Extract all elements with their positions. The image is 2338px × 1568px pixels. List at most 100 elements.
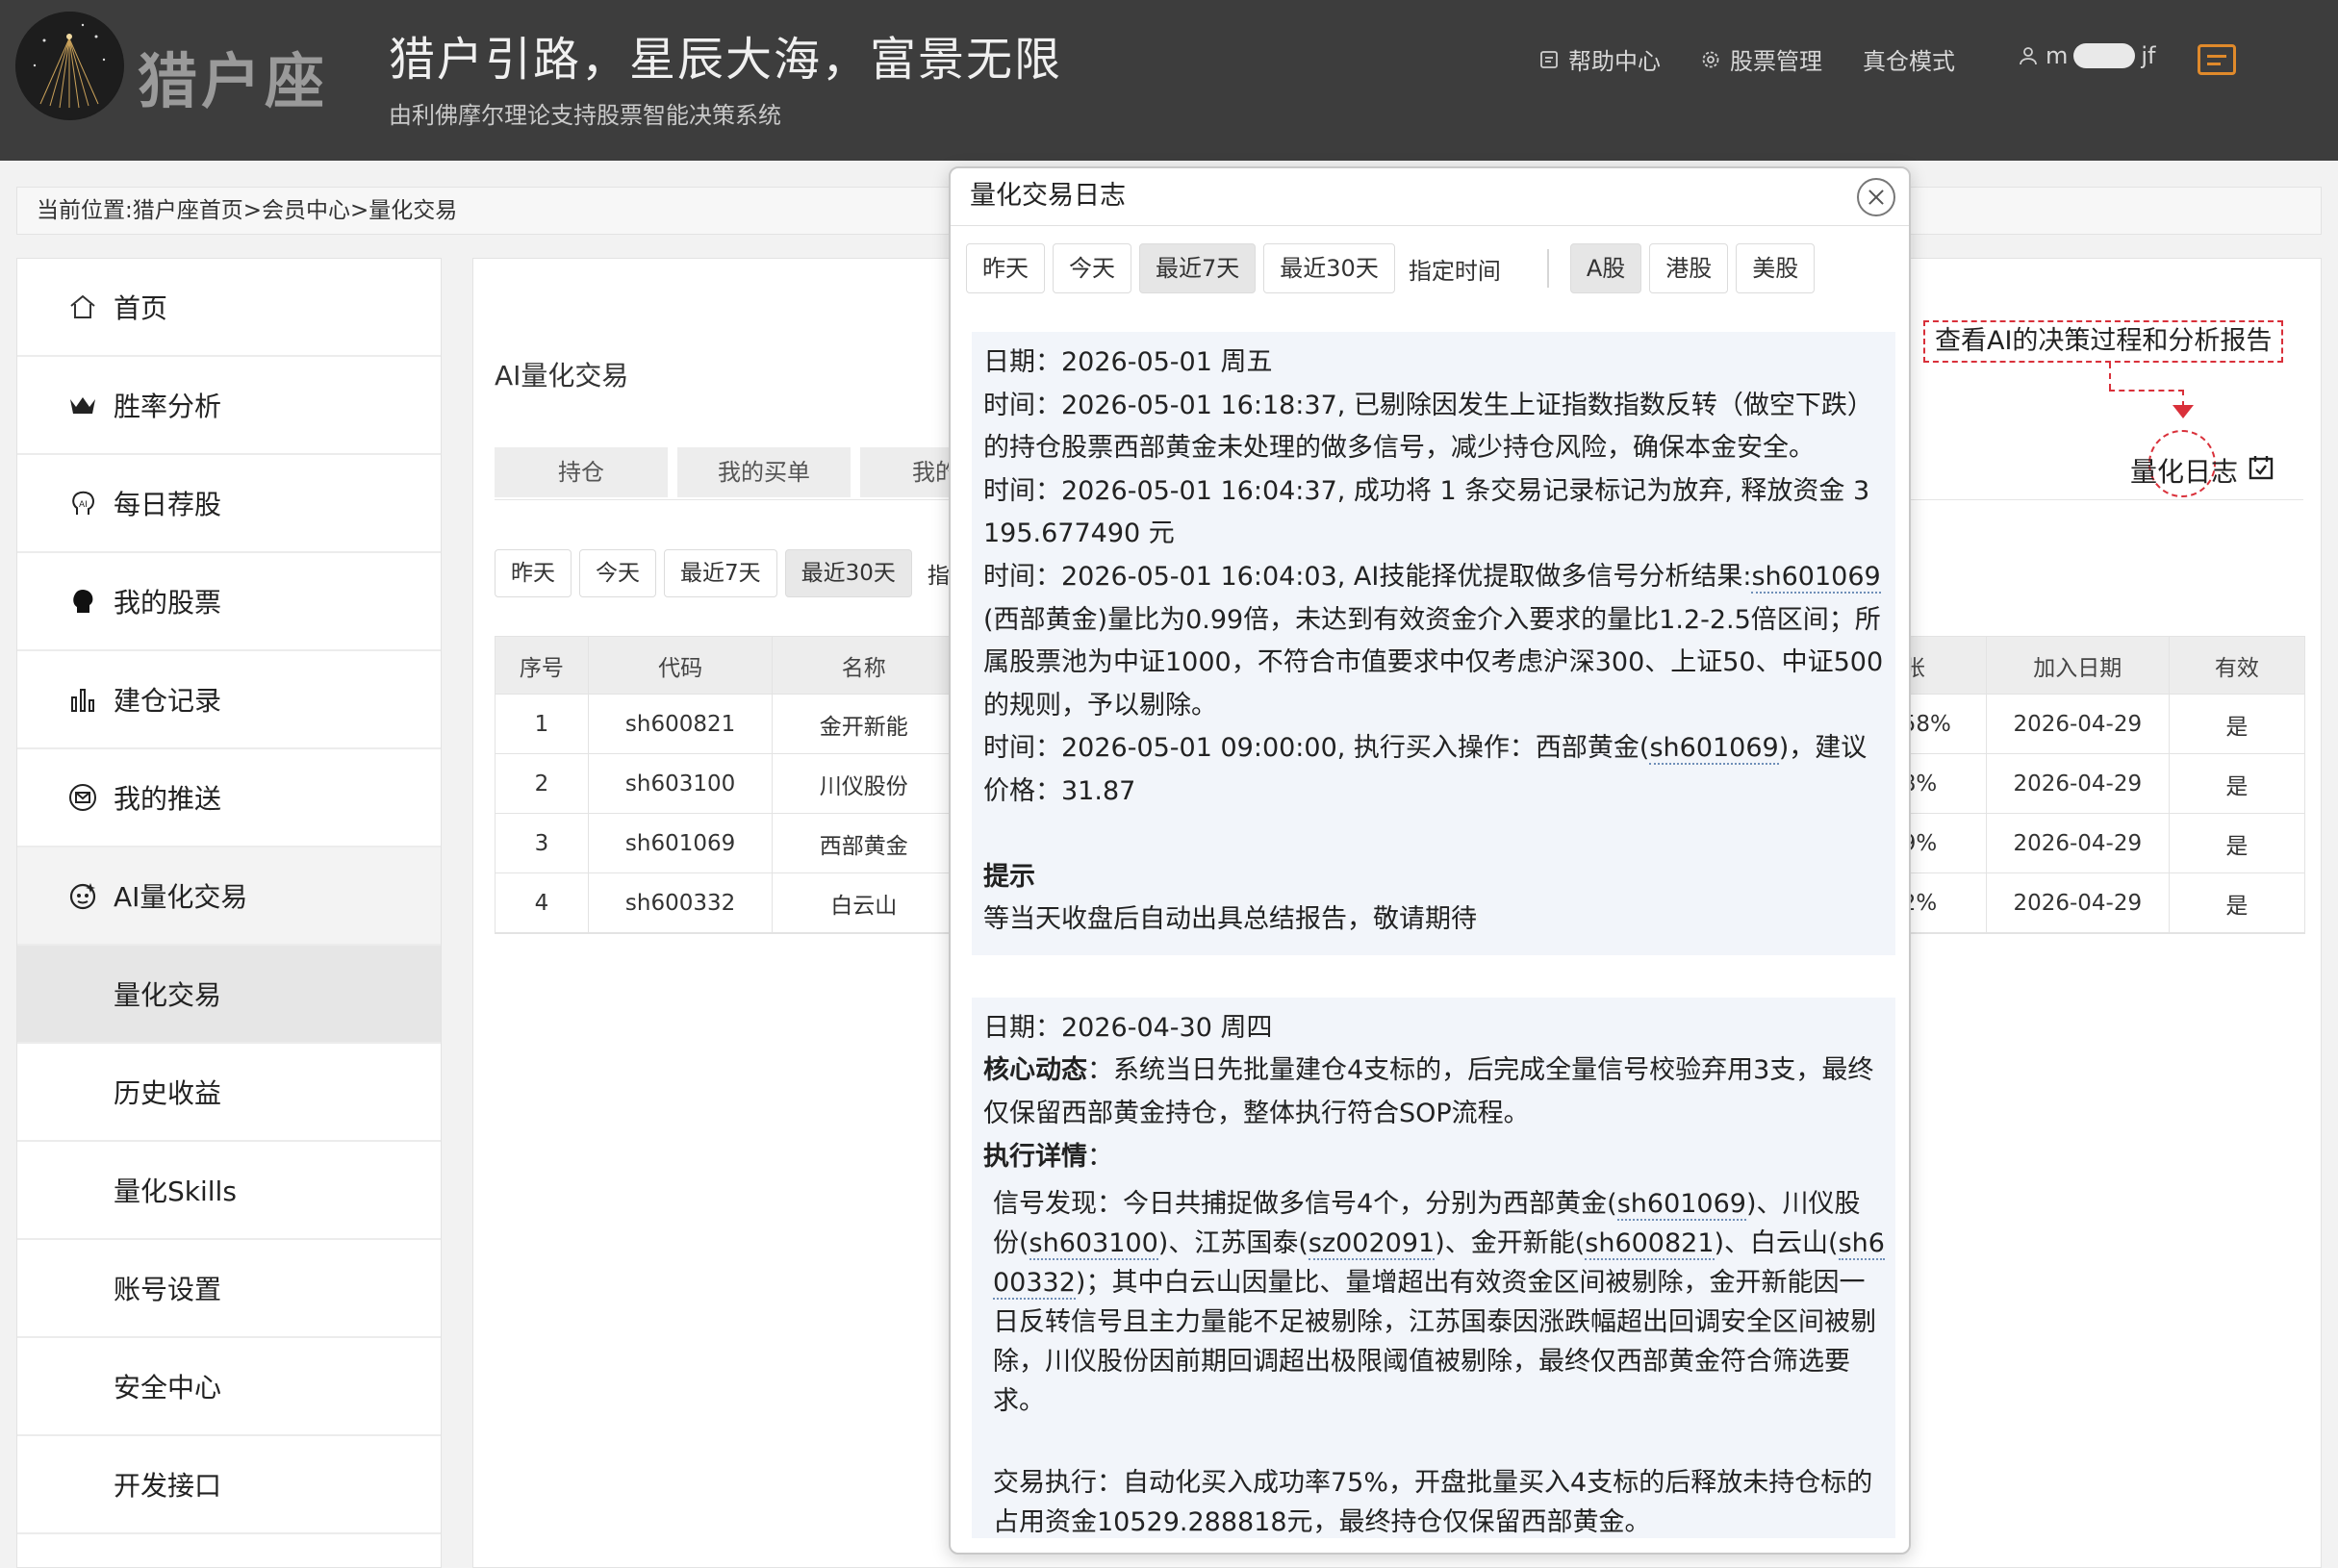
annotation-arrow <box>2109 363 2111 390</box>
sidebar-item-ai-quant[interactable]: AI量化交易 <box>17 847 441 946</box>
core-label: 核心动态 <box>983 1055 1087 1086</box>
push-icon <box>65 780 100 815</box>
filter-yesterday[interactable]: 昨天 <box>495 549 572 597</box>
filter-today[interactable]: 今天 <box>579 549 656 597</box>
market-hk[interactable]: 港股 <box>1649 243 1729 293</box>
stock-link[interactable]: sh601069 <box>1616 1189 1746 1222</box>
sidebar-item-label: 建仓记录 <box>114 685 222 717</box>
quant-log-modal: 量化交易日志 昨天 今天 最近7天 最近30天 指定时间 A股 港股 美股 日期… <box>949 166 1911 1555</box>
col-header[interactable]: 名称 <box>773 637 956 694</box>
logo-icon[interactable] <box>15 12 124 120</box>
help-icon <box>1537 48 1561 71</box>
nav-stock-management[interactable]: 股票管理 <box>1699 42 1822 76</box>
divider <box>1546 249 1549 288</box>
sidebar-item-positions[interactable]: 建仓记录 <box>17 651 441 749</box>
log-entry: 执行详情： <box>983 1136 1886 1179</box>
modal-filter-7days[interactable]: 最近7天 <box>1139 243 1257 293</box>
date-filter: 昨天 今天 最近7天 最近30天 指定 <box>495 549 972 597</box>
stock-link[interactable]: sz002091 <box>1308 1228 1436 1261</box>
cell-name: 金开新能 <box>773 695 956 753</box>
modal-filter-today[interactable]: 今天 <box>1053 243 1131 293</box>
stock-link[interactable]: sh600821 <box>1585 1228 1715 1261</box>
nav-real-mode[interactable]: 真仓模式 <box>1863 42 1955 76</box>
col-header[interactable]: 代码 <box>589 637 774 694</box>
sidebar-subitem-security[interactable]: 安全中心 <box>17 1338 441 1436</box>
market-a-share[interactable]: A股 <box>1569 243 1642 293</box>
log-text: ： <box>1087 1141 1113 1172</box>
log-paragraph: 交易执行：自动化买入成功率75%，开盘批量买入4支标的后释放未持仓标的占用资金1… <box>993 1468 1873 1538</box>
log-text: 信号发现：今日共捕捉做多信号4个，分别为西部黄金( <box>993 1189 1617 1220</box>
sidebar-subitem-account-settings[interactable]: 账号设置 <box>17 1240 441 1338</box>
sidebar-item-label: 历史收益 <box>114 1077 222 1109</box>
log-entry: 核心动态：系统当日先批量建仓4支标的，后完成全量信号校验弃用3支，最终仅保留西部… <box>983 1050 1886 1135</box>
modal-filter-custom[interactable]: 指定时间 <box>1409 252 1501 286</box>
page-title: AI量化交易 <box>495 360 629 392</box>
slogan: 猎户引路，星辰大海，富景无限 <box>389 33 1063 87</box>
filter-30days[interactable]: 最近30天 <box>784 549 912 597</box>
log-card: 日期：2026-05-01 周五 时间：2026-05-01 16:18:37,… <box>972 332 1895 955</box>
user-menu[interactable]: m jf <box>2017 42 2156 69</box>
decision-report-link[interactable]: 查看AI的决策过程和分析报告 <box>1923 320 2284 363</box>
sidebar-item-my-stocks[interactable]: 我的股票 <box>17 553 441 651</box>
modal-filter-bar: 昨天 今天 最近7天 最近30天 指定时间 A股 港股 美股 <box>966 243 1816 293</box>
cell-idx: 3 <box>496 814 589 873</box>
log-card: 日期：2026-04-30 周四 核心动态：系统当日先批量建仓4支标的，后完成全… <box>972 997 1895 1538</box>
sidebar-item-label: 胜率分析 <box>114 391 222 422</box>
logo-text[interactable]: 猎户座 <box>138 33 328 119</box>
calendar-icon <box>2248 454 2274 488</box>
sidebar-subitem-dev-api[interactable]: 开发接口 <box>17 1436 441 1534</box>
cell-valid: 是 <box>2225 833 2249 859</box>
sidebar-subitem-history-returns[interactable]: 历史收益 <box>17 1044 441 1142</box>
stock-link[interactable]: sh601069 <box>1751 561 1881 594</box>
cell-code: sh600332 <box>589 873 774 932</box>
sidebar-item-push[interactable]: 我的推送 <box>17 749 441 847</box>
stock-link[interactable]: sh601069 <box>1649 733 1779 766</box>
cell-code: sh600821 <box>589 695 774 753</box>
sidebar-item-label: 量化交易 <box>114 979 222 1011</box>
sidebar-item-daily-picks[interactable]: AI 每日荐股 <box>17 455 441 553</box>
sidebar-subitem-quant-skills[interactable]: 量化Skills <box>17 1142 441 1240</box>
nav-help[interactable]: 帮助中心 <box>1537 42 1661 76</box>
log-text: 时间：2026-05-01 16:04:03, AI技能择优提取做多信号分析结果… <box>983 561 1752 592</box>
cell-valid: 是 <box>2225 714 2249 740</box>
col-header[interactable]: 加入日期 <box>1987 637 2170 694</box>
market-us[interactable]: 美股 <box>1736 243 1816 293</box>
tab-my-buy-orders[interactable]: 我的买单 <box>677 447 851 497</box>
sidebar-subitem-quant-trading[interactable]: 量化交易 <box>17 946 441 1044</box>
sidebar-item-label: 开发接口 <box>114 1470 222 1502</box>
quant-log-label: 量化日志 <box>2130 456 2239 488</box>
sidebar-item-label: 我的股票 <box>114 587 222 619</box>
cell-name: 白云山 <box>773 873 956 932</box>
tab-holdings[interactable]: 持仓 <box>495 447 668 497</box>
sidebar-item-label: 账号设置 <box>114 1274 222 1305</box>
sidebar-item-win-rate[interactable]: 胜率分析 <box>17 357 441 455</box>
modal-title: 量化交易日志 <box>970 181 1126 211</box>
sidebar-item-label: 每日荐股 <box>114 489 222 520</box>
cell-date: 2026-04-29 <box>1987 695 2170 753</box>
log-list[interactable]: 日期：2026-05-01 周五 时间：2026-05-01 16:18:37,… <box>972 332 1895 1538</box>
sidebar-item-home[interactable]: 首页 <box>17 259 441 357</box>
annotation-arrow-head <box>2173 405 2194 418</box>
cell-date: 2026-04-29 <box>1987 873 2170 932</box>
user-name-suffix: jf <box>2141 42 2156 69</box>
quant-log-button[interactable]: 量化日志 <box>2130 451 2274 490</box>
svg-text:AI: AI <box>79 500 88 510</box>
cell-valid: 是 <box>2225 893 2249 919</box>
sidebar-item-label: 我的推送 <box>114 783 222 815</box>
log-text: 时间：2026-05-01 09:00:00, 执行买入操作：西部黄金( <box>983 733 1650 764</box>
cell-name: 西部黄金 <box>773 814 956 873</box>
nav-help-label: 帮助中心 <box>1568 48 1661 75</box>
filter-7days[interactable]: 最近7天 <box>664 549 777 597</box>
stock-link[interactable]: sh603100 <box>1029 1228 1158 1261</box>
nav-real-mode-label: 真仓模式 <box>1863 48 1955 75</box>
cell-code: sh601069 <box>589 814 774 873</box>
message-icon[interactable] <box>2198 44 2236 75</box>
modal-filter-yesterday[interactable]: 昨天 <box>966 243 1045 293</box>
cell-valid: 是 <box>2225 773 2249 799</box>
col-header[interactable]: 有效 <box>2170 637 2304 694</box>
cell-idx: 4 <box>496 873 589 932</box>
modal-filter-30days[interactable]: 最近30天 <box>1263 243 1395 293</box>
close-icon[interactable] <box>1857 178 1895 216</box>
col-header[interactable]: 序号 <box>496 637 589 694</box>
